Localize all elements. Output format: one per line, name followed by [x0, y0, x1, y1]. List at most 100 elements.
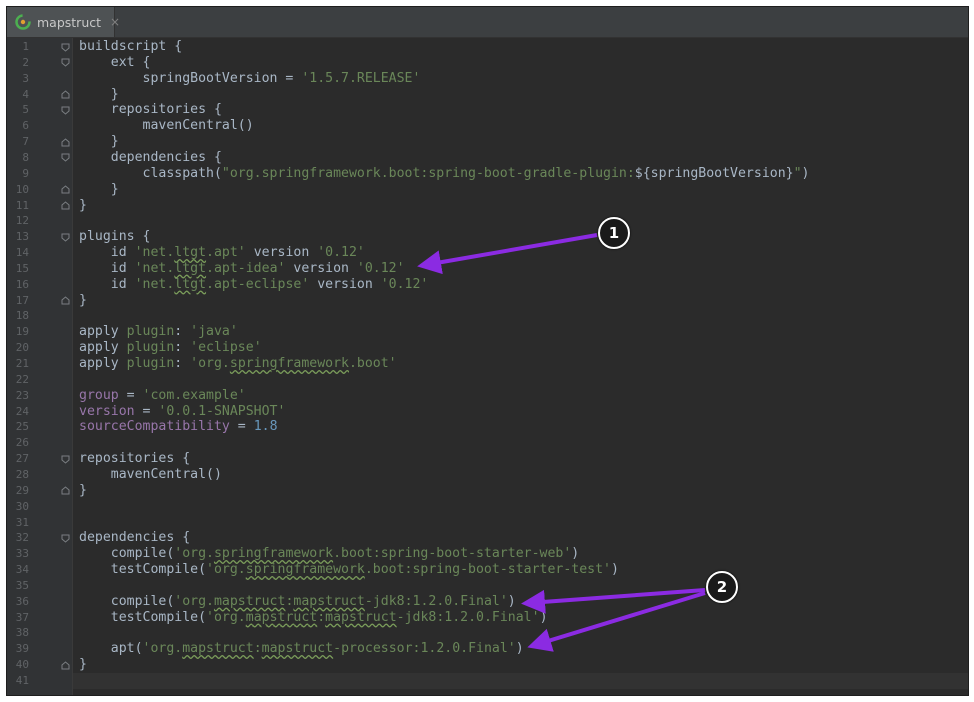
code-line[interactable]: id 'net.ltgt.apt' version '0.12'	[73, 245, 968, 261]
code-token: 'net.	[134, 260, 175, 276]
fold-open-icon[interactable]	[61, 43, 70, 52]
code-token: }	[79, 292, 87, 308]
line-number: 30	[15, 499, 29, 513]
code-line[interactable]	[73, 515, 968, 531]
line-number: 20	[15, 341, 29, 355]
code-line[interactable]: }	[73, 87, 968, 103]
code-line[interactable]: classpath("org.springframework.boot:spri…	[73, 166, 968, 182]
fold-open-icon[interactable]	[61, 455, 70, 464]
code-line[interactable]: repositories {	[73, 102, 968, 118]
line-number: 38	[15, 626, 29, 640]
fold-open-icon[interactable]	[61, 233, 70, 242]
code-text: id 'net.ltgt.apt-eclipse' version '0.12'	[79, 276, 429, 293]
code-line[interactable]: }	[73, 293, 968, 309]
code-token: "org.springframework.boot:spring-boot-gr…	[221, 165, 635, 181]
code-text: mavenCentral()	[79, 118, 254, 134]
code-line[interactable]	[73, 308, 968, 324]
code-text: dependencies {	[79, 150, 222, 166]
code-token: repositories {	[79, 102, 222, 118]
code-line[interactable]	[73, 213, 968, 229]
code-token: compile(	[79, 593, 175, 609]
code-line[interactable]: apply plugin: 'eclipse'	[73, 340, 968, 356]
code-token: plugin	[126, 340, 175, 356]
code-token: )	[610, 562, 619, 578]
code-token: plugins {	[79, 229, 151, 245]
fold-close-icon[interactable]	[61, 137, 70, 147]
line-number: 13	[15, 230, 29, 244]
code-line[interactable]: apply plugin: 'org.springframework.boot'	[73, 356, 968, 372]
fold-close-icon[interactable]	[61, 185, 70, 194]
code-line[interactable]	[73, 372, 968, 388]
fold-open-icon[interactable]	[61, 58, 70, 68]
code-line[interactable]: mavenCentral()	[73, 467, 968, 483]
fold-open-icon[interactable]	[61, 153, 70, 163]
code-token: ltgt	[174, 260, 207, 276]
code-token: 1.8	[253, 419, 278, 435]
fold-close-icon[interactable]	[61, 296, 70, 305]
code-line[interactable]: dependencies {	[73, 530, 968, 546]
line-number: 25	[15, 420, 29, 434]
line-number: 39	[15, 642, 29, 656]
fold-close-icon[interactable]	[61, 90, 70, 99]
code-line[interactable]: mavenCentral()	[73, 118, 968, 134]
code-text: }	[79, 182, 119, 198]
code-token: .boot'	[348, 356, 397, 371]
code-line[interactable]: testCompile('org.springframework.boot:sp…	[73, 562, 968, 578]
code-line[interactable]: }	[73, 198, 968, 214]
code-text: }	[79, 198, 87, 214]
code-line[interactable]	[73, 578, 968, 594]
line-number: 29	[15, 483, 29, 497]
code-line[interactable]	[73, 625, 968, 641]
code-line[interactable]: group = 'com.example'	[73, 388, 968, 404]
code-text: }	[79, 87, 119, 103]
code-line[interactable]: version = '0.0.1-SNAPSHOT'	[73, 404, 968, 420]
code-line[interactable]: apply plugin: 'java'	[73, 324, 968, 340]
code-token: :	[174, 324, 191, 340]
code-line[interactable]: compile('org.mapstruct:mapstruct-jdk8:1.…	[73, 594, 968, 610]
code-line[interactable]: buildscript {	[73, 39, 968, 55]
code-editor[interactable]: buildscript { ext { springBootVersion = …	[73, 38, 968, 695]
code-token: id	[79, 276, 135, 292]
code-line[interactable]	[73, 435, 968, 451]
code-line[interactable]: }	[73, 182, 968, 198]
line-number: 7	[22, 135, 29, 149]
code-line[interactable]: id 'net.ltgt.apt-eclipse' version '0.12'	[73, 277, 968, 293]
fold-close-icon[interactable]	[61, 660, 70, 670]
code-line[interactable]: id 'net.ltgt.apt-idea' version '0.12'	[73, 261, 968, 277]
code-line[interactable]: testCompile('org.mapstruct:mapstruct-jdk…	[73, 610, 968, 626]
fold-close-icon[interactable]	[61, 486, 70, 495]
code-text: version = '0.0.1-SNAPSHOT'	[79, 404, 285, 420]
code-line[interactable]: sourceCompatibility = 1.8	[73, 419, 968, 435]
code-token: 'org.	[174, 546, 214, 562]
code-line[interactable]: apt('org.mapstruct:mapstruct-processor:1…	[73, 641, 968, 657]
code-token: dependencies {	[79, 149, 222, 165]
code-line[interactable]: repositories {	[73, 451, 968, 467]
code-line[interactable]: }	[73, 134, 968, 150]
fold-open-icon[interactable]	[61, 106, 70, 115]
code-token: apply	[79, 340, 127, 356]
code-line[interactable]: springBootVersion = '1.5.7.RELEASE'	[73, 71, 968, 87]
code-line[interactable]: compile('org.springframework.boot:spring…	[73, 546, 968, 562]
code-token: -processor:1.2.0.Final'	[333, 641, 516, 657]
code-token: 'org.	[174, 593, 214, 609]
code-line[interactable]	[73, 499, 968, 515]
code-token: '0.12'	[380, 276, 429, 292]
code-token: 'net.	[134, 276, 175, 292]
fold-open-icon[interactable]	[61, 534, 70, 543]
code-line[interactable]	[73, 673, 968, 689]
line-number: 6	[22, 119, 29, 133]
code-token: apply	[79, 356, 127, 371]
code-token: mapstruct	[182, 641, 254, 657]
close-icon[interactable]: ×	[110, 15, 120, 29]
code-line[interactable]: plugins {	[73, 229, 968, 245]
line-number: 26	[15, 436, 29, 450]
code-token: mapstruct	[213, 593, 286, 609]
code-line[interactable]: dependencies {	[73, 150, 968, 166]
code-line[interactable]: ext {	[73, 55, 968, 71]
code-text: }	[79, 483, 87, 499]
code-line[interactable]: }	[73, 657, 968, 673]
code-token: 'eclipse'	[190, 340, 262, 356]
code-line[interactable]: }	[73, 483, 968, 499]
fold-close-icon[interactable]	[61, 201, 70, 210]
tab-mapstruct[interactable]: mapstruct ×	[7, 7, 120, 37]
